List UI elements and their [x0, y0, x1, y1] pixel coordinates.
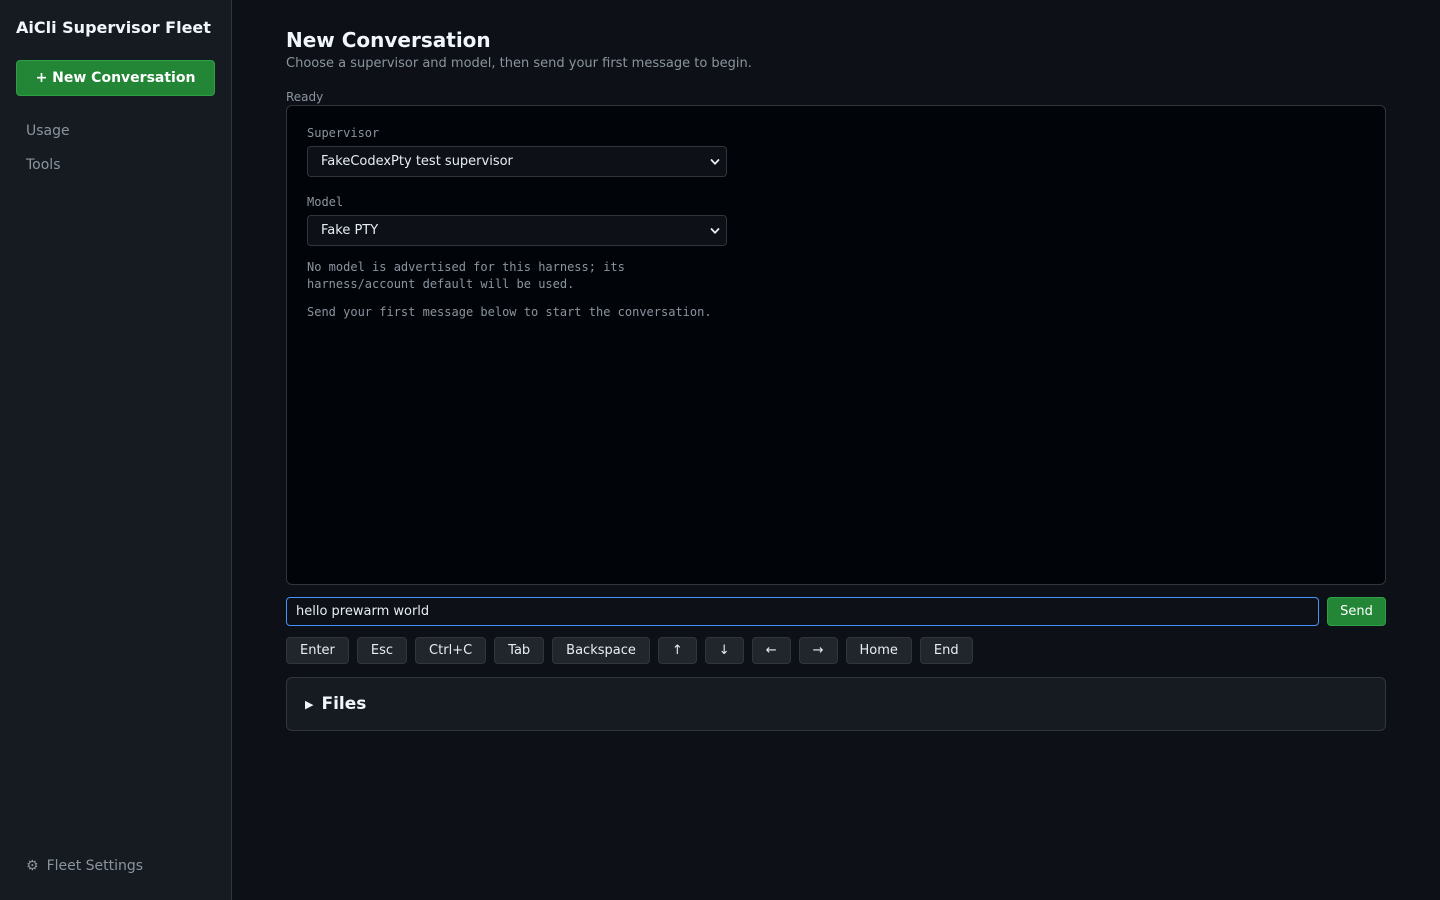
key-ctrl-c-button[interactable]: Ctrl+C [415, 637, 487, 664]
main-content: New Conversation Choose a supervisor and… [232, 0, 1440, 900]
terminal-panel: Supervisor FakeCodexPty test supervisor … [286, 105, 1386, 585]
key-enter-button[interactable]: Enter [286, 637, 349, 664]
sidebar: AiCli Supervisor Fleet + New Conversatio… [0, 0, 232, 900]
send-button[interactable]: Send [1327, 597, 1386, 626]
sidebar-nav: Usage Tools [16, 116, 215, 184]
model-select-value: Fake PTY [321, 223, 379, 238]
gear-icon: ⚙ [26, 858, 39, 874]
key-arrow-right-button[interactable]: → [798, 637, 838, 664]
chevron-down-icon [710, 158, 720, 165]
app-title: AiCli Supervisor Fleet [16, 18, 211, 37]
page-subtitle: Choose a supervisor and model, then send… [286, 56, 752, 71]
triangle-right-icon: ▶ [305, 697, 314, 711]
status-text: Ready [286, 90, 324, 104]
message-input[interactable] [286, 597, 1319, 626]
files-disclosure[interactable]: ▶ Files [286, 677, 1386, 731]
page-title: New Conversation [286, 28, 491, 52]
message-input-row: Send [286, 597, 1386, 626]
model-select[interactable]: Fake PTY [307, 215, 727, 246]
key-backspace-button[interactable]: Backspace [552, 637, 650, 664]
supervisor-select[interactable]: FakeCodexPty test supervisor [307, 146, 727, 177]
supervisor-label: Supervisor [307, 126, 380, 140]
app-root: AiCli Supervisor Fleet + New Conversatio… [0, 0, 1440, 900]
send-first-message-note: Send your first message below to start t… [307, 305, 712, 319]
files-label: Files [321, 694, 367, 714]
key-arrow-down-button[interactable]: ↓ [704, 637, 744, 664]
model-default-note: No model is advertised for this harness;… [307, 260, 625, 291]
fleet-settings-link[interactable]: ⚙ Fleet Settings [26, 858, 143, 874]
key-home-button[interactable]: Home [845, 637, 912, 664]
sidebar-item-usage[interactable]: Usage [16, 116, 215, 150]
key-arrow-left-button[interactable]: ← [751, 637, 791, 664]
fleet-settings-label: Fleet Settings [46, 858, 144, 874]
supervisor-select-value: FakeCodexPty test supervisor [321, 154, 513, 169]
key-esc-button[interactable]: Esc [356, 637, 408, 664]
chevron-down-icon [710, 227, 720, 234]
new-conversation-button[interactable]: + New Conversation [16, 60, 215, 96]
key-arrow-up-button[interactable]: ↑ [657, 637, 697, 664]
model-label: Model [307, 195, 344, 209]
sidebar-item-tools[interactable]: Tools [16, 150, 215, 184]
key-tab-button[interactable]: Tab [494, 637, 545, 664]
key-end-button[interactable]: End [919, 637, 973, 664]
key-shortcut-bar: Enter Esc Ctrl+C Tab Backspace ↑ ↓ ← → H… [286, 637, 1386, 664]
